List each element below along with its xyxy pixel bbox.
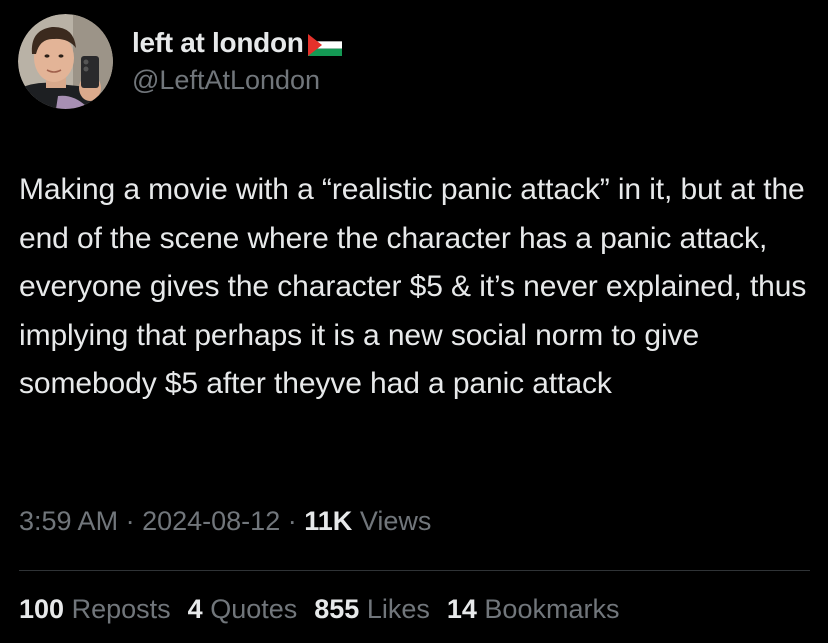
bookmarks-label: Bookmarks <box>484 594 620 624</box>
likes-stat[interactable]: 855 Likes <box>314 594 430 625</box>
tweet-header: left at london @LeftAtLondon <box>18 14 342 114</box>
tweet-time[interactable]: 3:59 AM <box>19 506 118 536</box>
views-label: Views <box>359 506 432 536</box>
display-name[interactable]: left at london <box>132 27 304 59</box>
quotes-count: 4 <box>187 594 203 624</box>
tweet-meta: 3:59 AM · 2024-08-12 · 11K Views <box>19 506 431 537</box>
quotes-label: Quotes <box>210 594 298 624</box>
views-count[interactable]: 11K <box>304 506 352 536</box>
bookmarks-count: 14 <box>446 594 477 624</box>
palestine-flag-icon <box>307 33 342 56</box>
display-name-row[interactable]: left at london <box>132 26 342 60</box>
tweet: left at london @LeftAtLondon Making a mo… <box>0 0 828 643</box>
likes-label: Likes <box>366 594 430 624</box>
quotes-stat[interactable]: 4 Quotes <box>188 594 298 625</box>
avatar[interactable] <box>18 14 113 109</box>
meta-separator: · <box>125 506 135 536</box>
tweet-text: Making a movie with a “realistic panic a… <box>19 173 807 400</box>
reposts-stat[interactable]: 100 Reposts <box>19 594 171 625</box>
engagement-stats: 100 Reposts 4 Quotes 855 Likes 14 Bookma… <box>19 594 636 625</box>
avatar-image <box>18 14 113 109</box>
likes-count: 855 <box>314 594 360 624</box>
reposts-count: 100 <box>19 594 65 624</box>
reposts-label: Reposts <box>71 594 171 624</box>
author-names: left at london @LeftAtLondon <box>132 26 342 96</box>
bookmarks-stat[interactable]: 14 Bookmarks <box>447 594 620 625</box>
author-handle[interactable]: @LeftAtLondon <box>132 65 342 96</box>
tweet-date[interactable]: 2024-08-12 <box>142 506 280 536</box>
meta-separator: · <box>287 506 297 536</box>
divider <box>19 570 810 571</box>
